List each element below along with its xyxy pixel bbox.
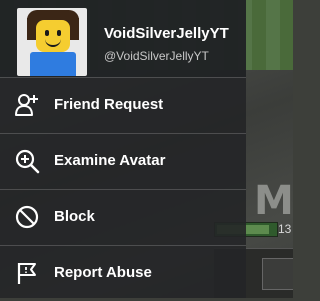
- avatar-eye: [57, 30, 61, 36]
- player-profile-header: VoidSilverJellyYT @VoidSilverJellyYT: [0, 0, 246, 77]
- block-button[interactable]: Block: [0, 190, 246, 245]
- player-context-menu: VoidSilverJellyYT @VoidSilverJellyYT Fri…: [0, 0, 246, 298]
- display-name: VoidSilverJellyYT: [104, 25, 229, 42]
- avatar: [17, 8, 87, 76]
- hud-number: 13: [278, 222, 292, 236]
- examine-avatar-button[interactable]: Examine Avatar: [0, 134, 246, 189]
- avatar-head: [36, 20, 70, 52]
- avatar-torso: [30, 52, 76, 76]
- block-label: Block: [54, 208, 95, 225]
- flag-icon: [17, 263, 36, 284]
- hud-slot[interactable]: [262, 258, 293, 290]
- report-abuse-button[interactable]: Report Abuse: [0, 246, 246, 301]
- avatar-smile: [45, 38, 61, 47]
- add-friend-icon: [15, 94, 38, 116]
- block-icon: [15, 205, 39, 229]
- friend-request-label: Friend Request: [54, 96, 164, 113]
- friend-request-button[interactable]: Friend Request: [0, 78, 246, 133]
- hud-label: M: [254, 178, 293, 224]
- avatar-eye: [45, 30, 49, 36]
- username: @VoidSilverJellyYT: [104, 49, 209, 63]
- zoom-in-icon: [15, 149, 40, 174]
- examine-avatar-label: Examine Avatar: [54, 152, 166, 169]
- report-abuse-label: Report Abuse: [54, 264, 152, 281]
